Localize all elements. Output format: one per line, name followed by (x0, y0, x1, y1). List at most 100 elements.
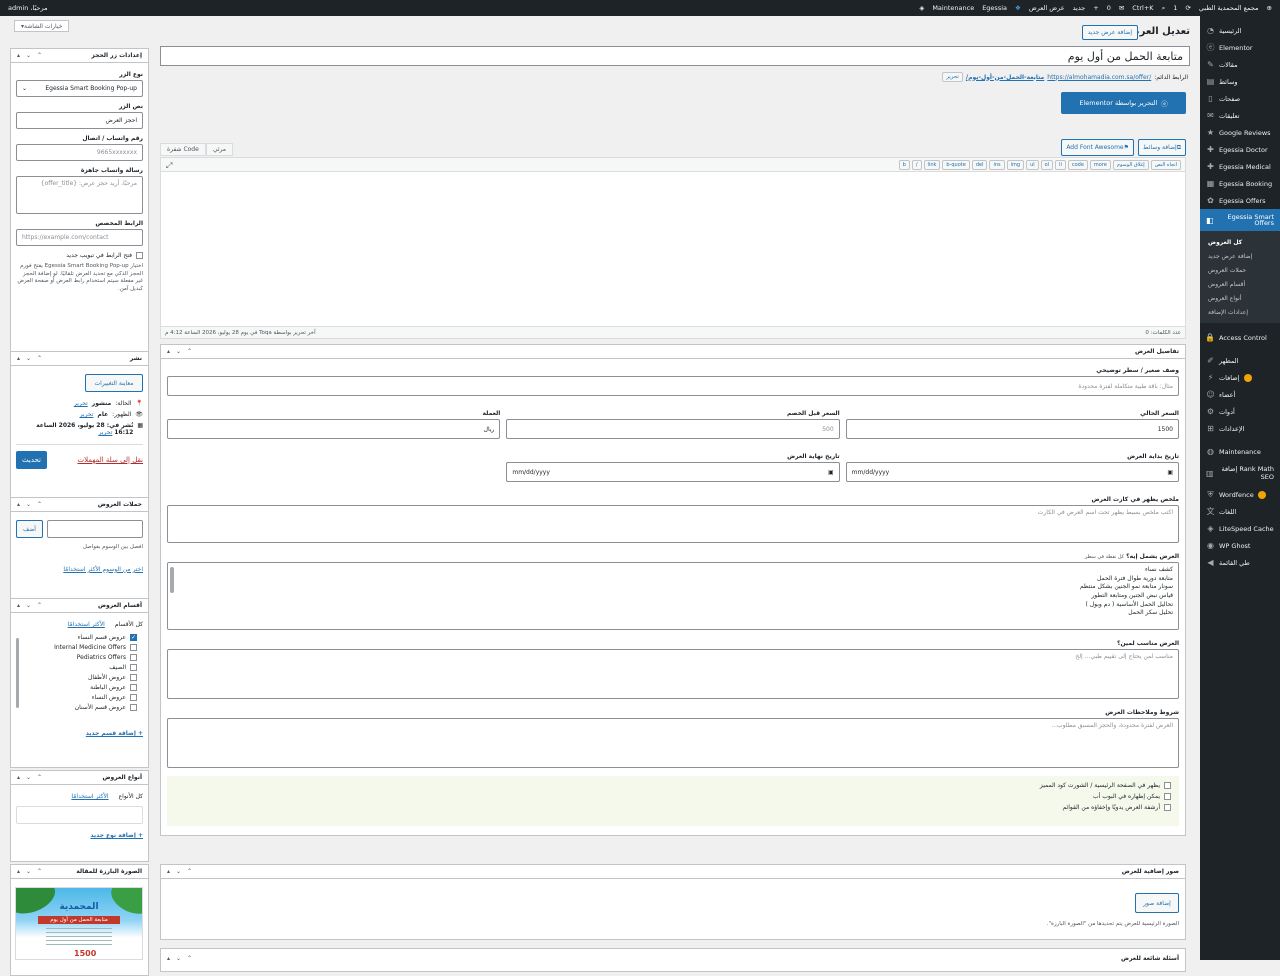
section-checkbox[interactable] (130, 674, 137, 681)
editor-textarea[interactable]: اتجاه النص إغلاق الوسوم more code li ol ul img i… (160, 157, 1186, 327)
adminbar-new[interactable]: جديد (1073, 4, 1086, 12)
end-date-input[interactable]: ▣ mm/dd/yyyy (506, 462, 840, 482)
campaign-add-button[interactable]: أضف (16, 520, 43, 538)
scrollbar[interactable] (16, 638, 19, 708)
chevron-up-icon[interactable]: ⌃ (187, 955, 192, 962)
toggle-icon[interactable]: ▴ (167, 955, 170, 962)
menu-item-brush[interactable]: المظهر ✐ (1200, 352, 1280, 369)
offer-check-row[interactable]: يمكن إظهاره في البوب أب (175, 793, 1171, 800)
offer-checkbox[interactable] (1164, 804, 1171, 811)
section-checkbox[interactable] (130, 684, 137, 691)
toggle-icon[interactable]: ▴ (17, 501, 20, 508)
add-type-link[interactable]: + إضافة نوع جديد (16, 832, 143, 839)
quicktag-button[interactable]: اتجاه النص (1150, 159, 1181, 170)
toggle-icon[interactable]: ▴ (17, 774, 20, 781)
toggle-icon[interactable]: ▴ (17, 602, 20, 609)
fullscreen-icon[interactable]: ⤢ (166, 161, 172, 171)
quicktag-button[interactable]: إغلاق الوسوم (1112, 159, 1149, 170)
offer-check-row[interactable]: يظهر في الصفحة الرئيسية / الشورت كود الم… (175, 782, 1171, 789)
quicktag-button[interactable]: del (971, 159, 988, 170)
adminbar-shortcut[interactable]: Ctrl+K (1132, 4, 1153, 12)
section-checkbox[interactable] (130, 654, 137, 661)
menu-item-ghost[interactable]: WP Ghost ◉ (1200, 537, 1280, 554)
offer-check-row[interactable]: أرشفة العرض يدويًا وإخفاؤه من القوائم (175, 804, 1171, 811)
update-button[interactable]: تحديث (16, 451, 47, 469)
chevron-down-icon[interactable]: ⌄ (176, 868, 181, 875)
menu-item-dashboard[interactable]: الرئيسية ◔ (1200, 22, 1280, 39)
chevron-down-icon[interactable]: ⌄ (26, 501, 31, 508)
toggle-icon[interactable]: ▴ (167, 348, 170, 355)
quicktag-button[interactable]: code (1067, 159, 1088, 170)
submenu-item[interactable]: حملات العروض (1200, 263, 1280, 277)
add-media-button[interactable]: ⧉ إضافة وسائط (1138, 139, 1186, 156)
menu-item-doctor[interactable]: Egessia Doctor ✚ (1200, 141, 1280, 158)
chevron-up-icon[interactable]: ⌃ (37, 52, 42, 59)
menu-item-shield[interactable]: Wordfence ⛨ (1200, 486, 1280, 503)
menu-item-elementor[interactable]: Elementor ⓔ (1200, 39, 1280, 56)
menu-item-media[interactable]: وسائط ▤ (1200, 73, 1280, 90)
egessia-logo-icon[interactable]: ❖ (1015, 4, 1021, 12)
font-awesome-button[interactable]: ⚑ Add Font Awesome (1061, 139, 1134, 156)
chevron-up-icon[interactable]: ⌃ (187, 868, 192, 875)
price-input[interactable]: 1500 (845, 419, 1179, 439)
old-price-input[interactable]: 500 (506, 419, 840, 439)
submenu-item[interactable]: أنواع العروض (1200, 291, 1280, 305)
menu-item-diamond[interactable]: LiteSpeed Cache ◈ (1200, 520, 1280, 537)
section-checkbox[interactable] (130, 644, 137, 651)
menu-item-chart[interactable]: Rank Math إضافة SEO ▥ (1200, 460, 1280, 486)
quicktag-button[interactable]: b (898, 159, 910, 170)
post-title-input[interactable]: متابعة الحمل من أول يوم (160, 46, 1190, 66)
section-row[interactable]: ✓ عروض قسم النساء (16, 634, 137, 641)
add-section-link[interactable]: + إضافة قسم جديد (16, 730, 143, 737)
adminbar-egessia[interactable]: Egessia (982, 4, 1007, 12)
section-checkbox[interactable] (130, 664, 137, 671)
menu-item-tag[interactable]: Egessia Offers ✿ (1200, 192, 1280, 209)
chevron-up-icon[interactable]: ⌃ (37, 602, 42, 609)
quicktag-button[interactable]: img (1006, 159, 1025, 170)
menu-item-pages[interactable]: صفحات ▯ (1200, 90, 1280, 107)
newtab-row[interactable]: فتح الرابط في تبويب جديد (16, 252, 143, 259)
offer-checkbox[interactable] (1164, 782, 1171, 789)
status-edit-link[interactable]: تحرير (74, 400, 88, 407)
section-checkbox[interactable] (130, 704, 137, 711)
section-row[interactable]: عروض قسم الأسنان (16, 704, 137, 711)
choose-tags-link[interactable]: اختر من الوسوم الأكثر استخدامًا (16, 566, 143, 573)
section-row[interactable]: عروض النساء (16, 694, 137, 701)
start-date-input[interactable]: ▣ mm/dd/yyyy (845, 462, 1179, 482)
submenu-item[interactable]: كل العروض (1200, 235, 1280, 249)
add-new-button[interactable]: إضافة عرض جديد (1081, 25, 1138, 40)
button-text-input[interactable]: احجز العرض (16, 112, 143, 129)
section-checkbox[interactable] (130, 694, 137, 701)
plus-icon[interactable]: + (1093, 4, 1098, 12)
chevron-up-icon[interactable]: ⌃ (37, 355, 42, 362)
greeting[interactable]: مرحبًا، admin (8, 4, 48, 12)
tab-all-types[interactable]: كل الأنواع (119, 793, 143, 800)
includes-textarea[interactable]: كشف نساء متابعة دورية طوال فترة الحمل سونا… (167, 562, 1179, 630)
menu-item-star[interactable]: Google Reviews ★ (1200, 124, 1280, 141)
calendar-icon[interactable]: ▣ (828, 469, 834, 476)
quicktag-button[interactable]: ol (1040, 159, 1054, 170)
add-images-button[interactable]: إضافة صور (1135, 893, 1179, 913)
chevron-down-icon[interactable]: ⌄ (176, 348, 181, 355)
menu-active-item[interactable]: Egessia Smart Offers ◧ (1200, 209, 1280, 231)
scrollbar[interactable] (170, 567, 174, 593)
screen-options-button[interactable]: خيارات الشاشة ▾ (14, 20, 70, 32)
adminbar-counter[interactable]: 1 (1173, 4, 1177, 12)
tab-visual[interactable]: مرئي (205, 143, 234, 156)
section-row[interactable]: Internal Medicine Offers (16, 644, 137, 651)
tab-popular-sections[interactable]: الأكثر استخدامًا (68, 621, 105, 628)
section-row[interactable]: عروض الباطنة (16, 684, 137, 691)
quicktag-button[interactable]: / (911, 159, 922, 170)
menu-item-wrench[interactable]: أدوات ⚙ (1200, 403, 1280, 420)
submenu-item[interactable]: أقسام العروض (1200, 277, 1280, 291)
chevron-down-icon[interactable]: ⌄ (26, 868, 31, 875)
newtab-checkbox[interactable] (136, 252, 143, 259)
section-checkbox[interactable]: ✓ (130, 634, 137, 641)
permalink-link[interactable]: https://almohamadia.com.sa/offer/ (1047, 74, 1151, 81)
section-row[interactable]: الصيف (16, 664, 137, 671)
chevron-down-icon[interactable]: ⌄ (26, 52, 31, 59)
permalink-edit-button[interactable]: تحرير (942, 72, 963, 82)
quicktag-button[interactable]: li (1055, 159, 1066, 170)
chevron-down-icon[interactable]: ⌄ (26, 355, 31, 362)
wordpress-icon[interactable]: ⊕ (1267, 4, 1272, 12)
